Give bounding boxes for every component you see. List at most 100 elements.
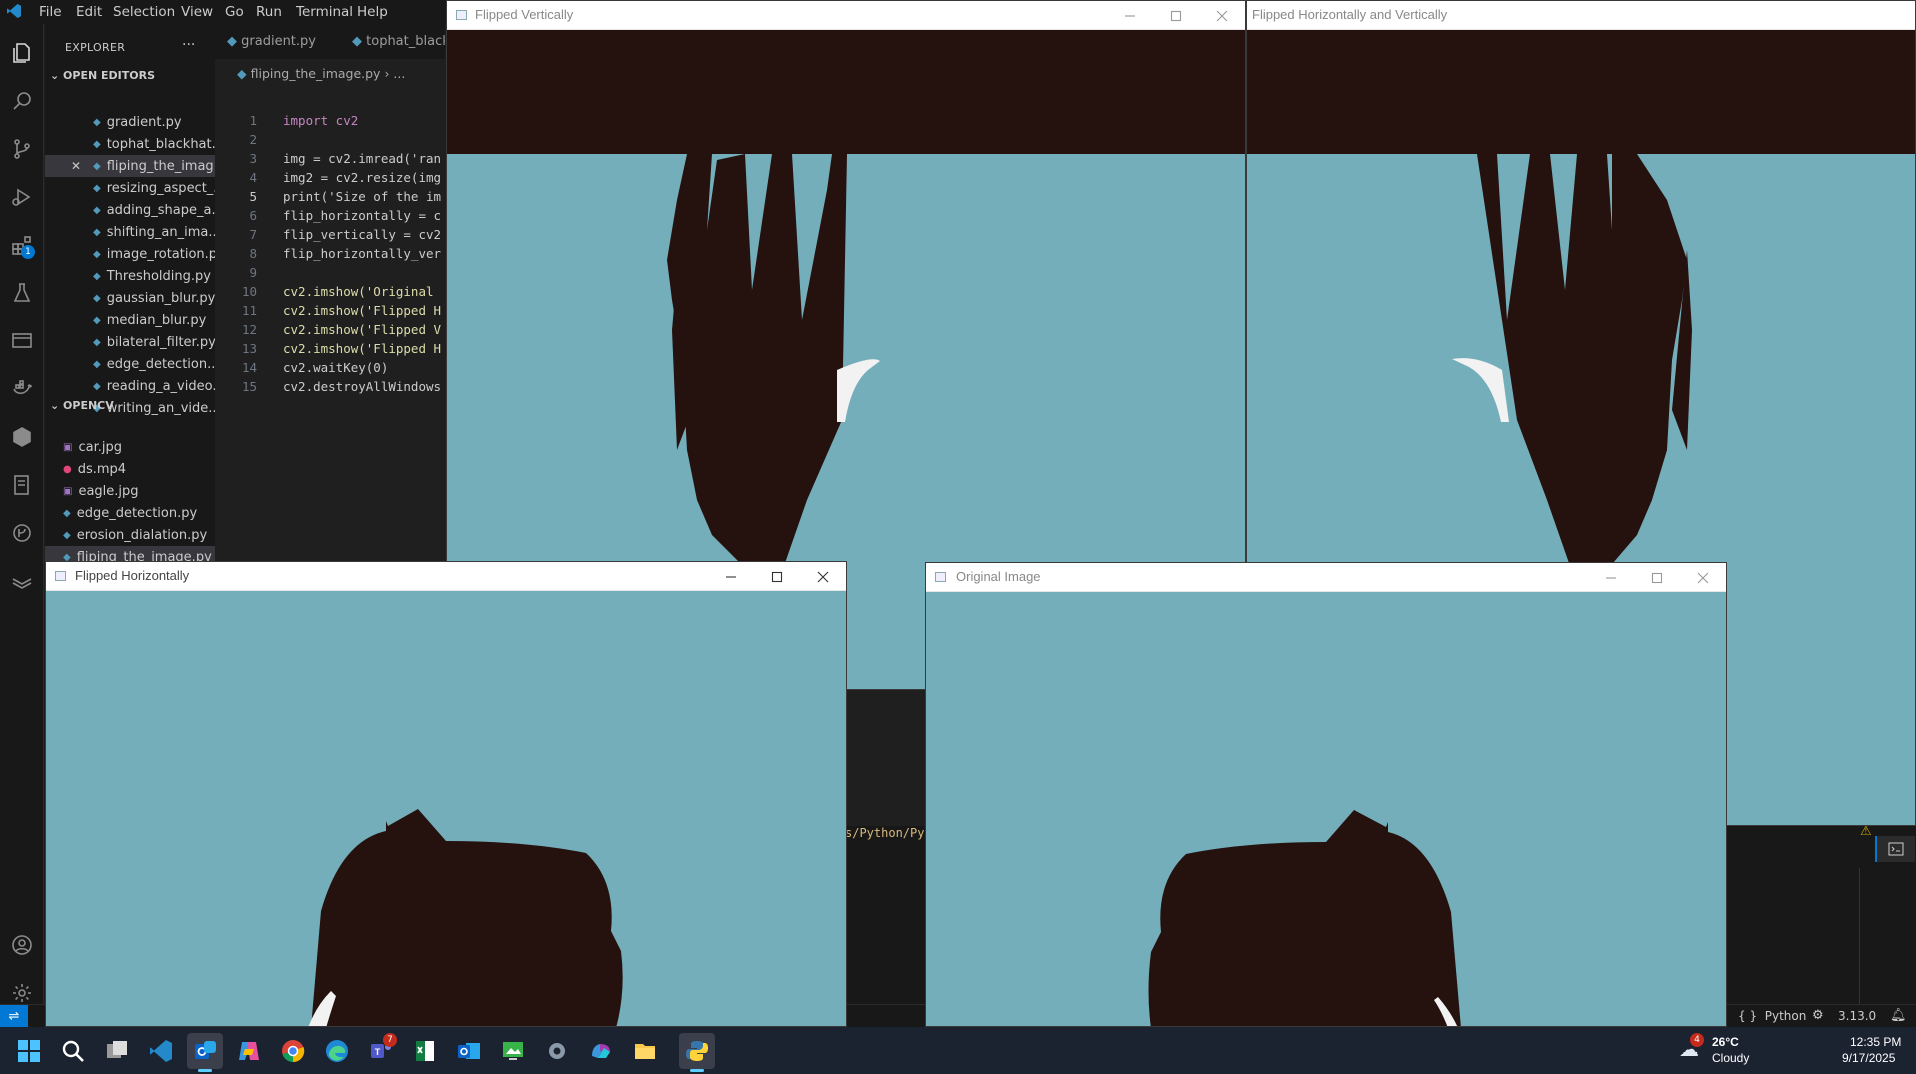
language-mode[interactable]: { } Python <box>1738 1009 1806 1023</box>
explorer-icon[interactable] <box>7 38 37 68</box>
python-file-icon: ◆ <box>93 336 101 348</box>
docker-icon[interactable] <box>7 374 37 404</box>
chrome-icon[interactable] <box>275 1033 311 1069</box>
terminal-icon[interactable] <box>1875 836 1915 862</box>
menu-view[interactable]: View <box>181 4 213 20</box>
folder-file-item[interactable]: ● ds.mp4 <box>45 458 215 480</box>
tab-gradient[interactable]: ◆ gradient.py <box>227 24 316 59</box>
edge-icon[interactable] <box>319 1033 355 1069</box>
folder-file-item[interactable]: ◆ edge_detection.py <box>45 502 215 524</box>
copilot-icon[interactable] <box>231 1033 267 1069</box>
search-icon[interactable] <box>55 1033 91 1069</box>
menu-edit[interactable]: Edit <box>76 4 102 20</box>
title-bar[interactable]: Flipped Vertically <box>447 1 1245 30</box>
opencv-folder-header[interactable]: ⌄ OPENCV <box>50 399 114 412</box>
title-bar[interactable]: Flipped Horizontally and Vertically <box>1247 1 1915 30</box>
file-explorer-icon[interactable] <box>627 1033 663 1069</box>
m365-icon[interactable] <box>583 1033 619 1069</box>
open-editor-item[interactable]: ◆ reading_a_video.... <box>45 375 215 397</box>
close-button[interactable] <box>800 562 846 591</box>
open-editors-header[interactable]: ⌄ OPEN EDITORS <box>50 69 155 82</box>
folder-file-item[interactable]: ◆ erosion_dialation.py <box>45 524 215 546</box>
code-line: 15 cv2.destroyAllWindows <box>215 379 445 398</box>
temperature[interactable]: 26°C <box>1712 1035 1739 1049</box>
open-editor-item[interactable]: ◆ shifting_an_ima... <box>45 221 215 243</box>
extensions-icon[interactable]: 1 <box>7 230 37 260</box>
open-editor-item[interactable]: ◆ resizing_aspect_... <box>45 177 215 199</box>
tab-tophat-blackhat[interactable]: ◆ tophat_black <box>352 24 445 59</box>
search-icon[interactable] <box>7 86 37 116</box>
outlook-icon[interactable] <box>451 1033 487 1069</box>
maximize-button[interactable] <box>1153 1 1199 30</box>
open-editor-item[interactable]: ◆ gradient.py <box>45 111 215 133</box>
editor-tabs: ◆ gradient.py ◆ tophat_black <box>215 24 445 59</box>
run-debug-icon[interactable] <box>7 182 37 212</box>
close-editor-icon[interactable]: ✕ <box>71 159 81 173</box>
maximize-button[interactable] <box>754 562 800 591</box>
extensions-badge: 1 <box>21 245 35 259</box>
notebook-icon[interactable] <box>7 470 37 500</box>
interpreter-icon[interactable]: ⚙ <box>1812 1008 1824 1023</box>
menu-terminal[interactable]: Terminal <box>296 4 353 20</box>
folder-file-item[interactable]: ▣ car.jpg <box>45 436 215 458</box>
open-editor-item[interactable]: ◆ bilateral_filter.py <box>45 331 215 353</box>
menu-go[interactable]: Go <box>225 4 244 20</box>
testing-icon[interactable] <box>7 278 37 308</box>
remote-explorer-icon[interactable] <box>7 326 37 356</box>
minimize-button[interactable] <box>1588 563 1634 592</box>
menu-file[interactable]: File <box>39 4 62 20</box>
task-view-icon[interactable] <box>99 1033 135 1069</box>
close-button[interactable] <box>1680 563 1726 592</box>
code-line: 10 cv2.imshow('Original <box>215 284 445 303</box>
code-line: 12 cv2.imshow('Flipped V <box>215 322 445 341</box>
menu-help[interactable]: Help <box>357 4 388 20</box>
python-version[interactable]: 3.13.0 <box>1838 1009 1876 1023</box>
menu-run[interactable]: Run <box>256 4 282 20</box>
breadcrumb-more[interactable]: ... <box>393 66 405 81</box>
vscode-icon[interactable] <box>143 1033 179 1069</box>
minimize-button[interactable] <box>708 562 754 591</box>
remote-indicator-icon[interactable]: ⇌ <box>0 1005 28 1027</box>
git-graph-icon[interactable] <box>7 518 37 548</box>
open-editor-item[interactable]: ◆ gaussian_blur.py <box>45 287 215 309</box>
open-editor-item[interactable]: ◆ median_blur.py <box>45 309 215 331</box>
video-file-icon: ● <box>63 463 72 475</box>
title-bar[interactable]: Flipped Horizontally <box>46 562 846 591</box>
notifications-bell-icon[interactable]: 🔔︎ <box>1890 1008 1907 1023</box>
menu-selection[interactable]: Selection <box>113 4 175 20</box>
open-editor-item[interactable]: ◆ adding_shape_a... <box>45 199 215 221</box>
title-bar[interactable]: Original Image <box>926 563 1726 592</box>
open-editor-item[interactable]: ◆ Thresholding.py <box>45 265 215 287</box>
open-editor-item[interactable]: ◆ edge_detection.... <box>45 353 215 375</box>
minimize-button[interactable] <box>1897 1 1915 30</box>
open-editor-item[interactable]: ◆ image_rotation.py <box>45 243 215 265</box>
python-icon[interactable] <box>679 1033 715 1072</box>
flipped-horizontally-image <box>308 809 623 1026</box>
layers-icon[interactable] <box>7 566 37 596</box>
weather-condition[interactable]: Cloudy <box>1712 1051 1749 1065</box>
settings-icon[interactable] <box>539 1033 575 1069</box>
excel-icon[interactable] <box>407 1033 443 1069</box>
app-icon <box>55 571 66 581</box>
source-control-icon[interactable] <box>7 134 37 164</box>
close-button[interactable] <box>1199 1 1245 30</box>
cube-icon[interactable] <box>7 422 37 452</box>
teams-icon[interactable]: T7 <box>363 1033 399 1069</box>
window-original-image[interactable]: Original Image <box>925 562 1727 1027</box>
minimize-button[interactable] <box>1107 1 1153 30</box>
start-icon[interactable] <box>11 1033 47 1069</box>
open-editor-item[interactable]: ✕ ◆ fliping_the_imag... <box>45 155 215 177</box>
clock-date[interactable]: 9/17/2025 <box>1842 1051 1895 1065</box>
code-line: 2 <box>215 132 445 151</box>
clock-time[interactable]: 12:35 PM <box>1850 1035 1901 1049</box>
folder-file-item[interactable]: ▣ eagle.jpg <box>45 480 215 502</box>
maximize-button[interactable] <box>1634 563 1680 592</box>
explorer-more-button[interactable]: ··· <box>182 37 195 53</box>
breadcrumb-file[interactable]: fliping_the_image.py <box>251 66 381 81</box>
outlook-new-icon[interactable] <box>187 1033 223 1072</box>
open-editor-item[interactable]: ◆ tophat_blackhat... <box>45 133 215 155</box>
window-flipped-horizontally[interactable]: Flipped Horizontally <box>45 561 847 1027</box>
image-file-icon: ▣ <box>63 441 73 453</box>
maps-icon[interactable] <box>495 1033 531 1069</box>
account-icon[interactable] <box>7 930 37 960</box>
